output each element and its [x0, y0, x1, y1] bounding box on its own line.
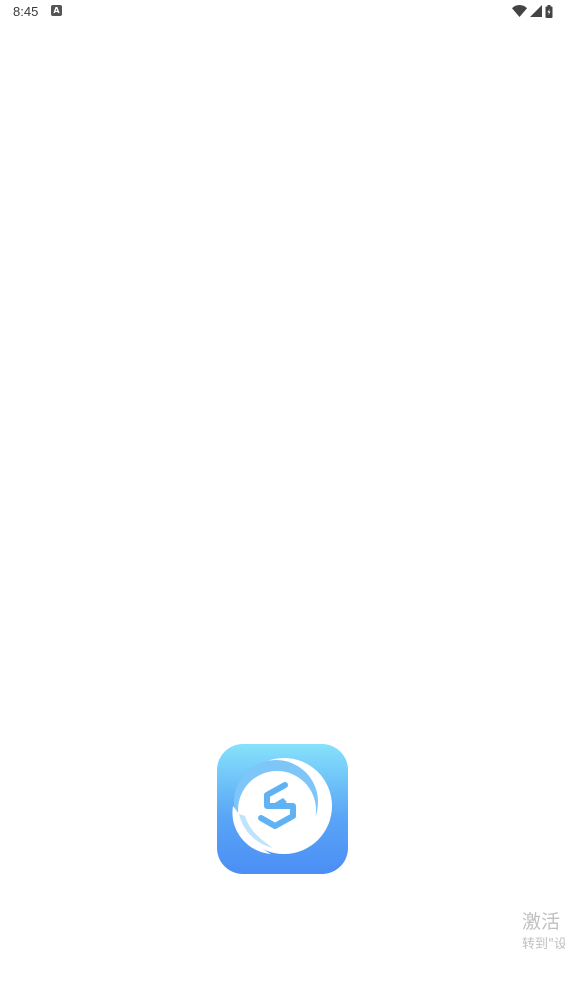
activate-windows-watermark: 激活 转到"设	[522, 910, 565, 954]
splash-screen: 8:45 A 激活 转到"设	[0, 0, 565, 1004]
status-icons	[512, 3, 553, 19]
watermark-title: 激活	[522, 911, 561, 933]
status-bar: 8:45 A	[0, 0, 565, 24]
app-logo-icon	[217, 744, 348, 874]
battery-icon	[545, 4, 553, 18]
android-notification-icon: A	[51, 5, 62, 16]
wifi-icon	[512, 5, 527, 17]
watermark-subtitle: 转到"设	[522, 937, 565, 952]
signal-icon	[530, 5, 542, 17]
status-time: 8:45	[13, 4, 39, 19]
